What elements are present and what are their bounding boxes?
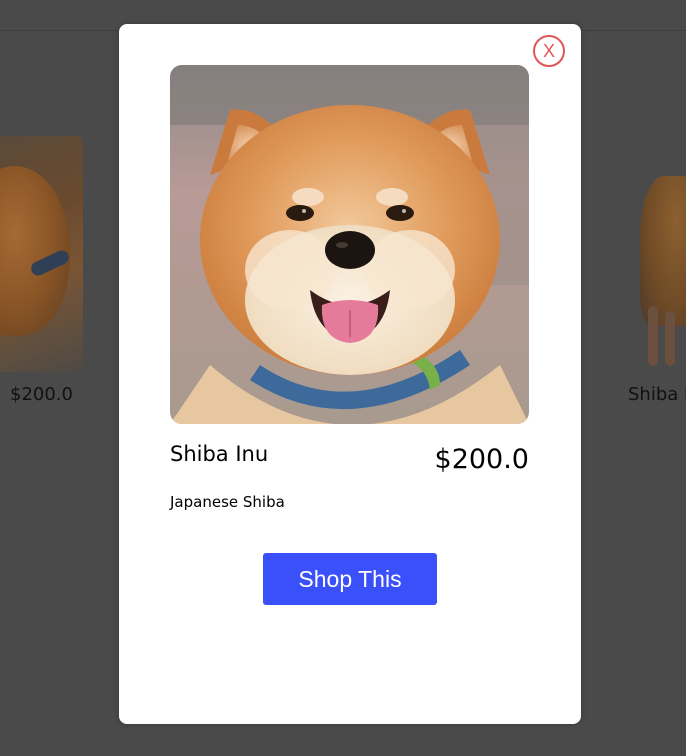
background-product-image-left [0, 136, 83, 372]
dog-leg [648, 306, 658, 366]
close-icon: X [542, 41, 555, 61]
product-description: Japanese Shiba [170, 493, 285, 511]
dog-leg [665, 311, 675, 366]
product-price: $200.0 [434, 444, 529, 475]
shop-this-button[interactable]: Shop This [263, 553, 437, 605]
dog-silhouette [640, 176, 686, 326]
product-image [170, 65, 529, 424]
close-button[interactable]: X [533, 35, 565, 67]
background-product-price-left: $200.0 [10, 384, 73, 405]
background-product-name-right: Shiba I [628, 384, 686, 405]
product-name: Shiba Inu [170, 442, 269, 466]
background-product-image-right [620, 136, 686, 372]
product-modal: X Shiba Inu $200.0 Japanese Shiba Shop T… [119, 24, 581, 724]
